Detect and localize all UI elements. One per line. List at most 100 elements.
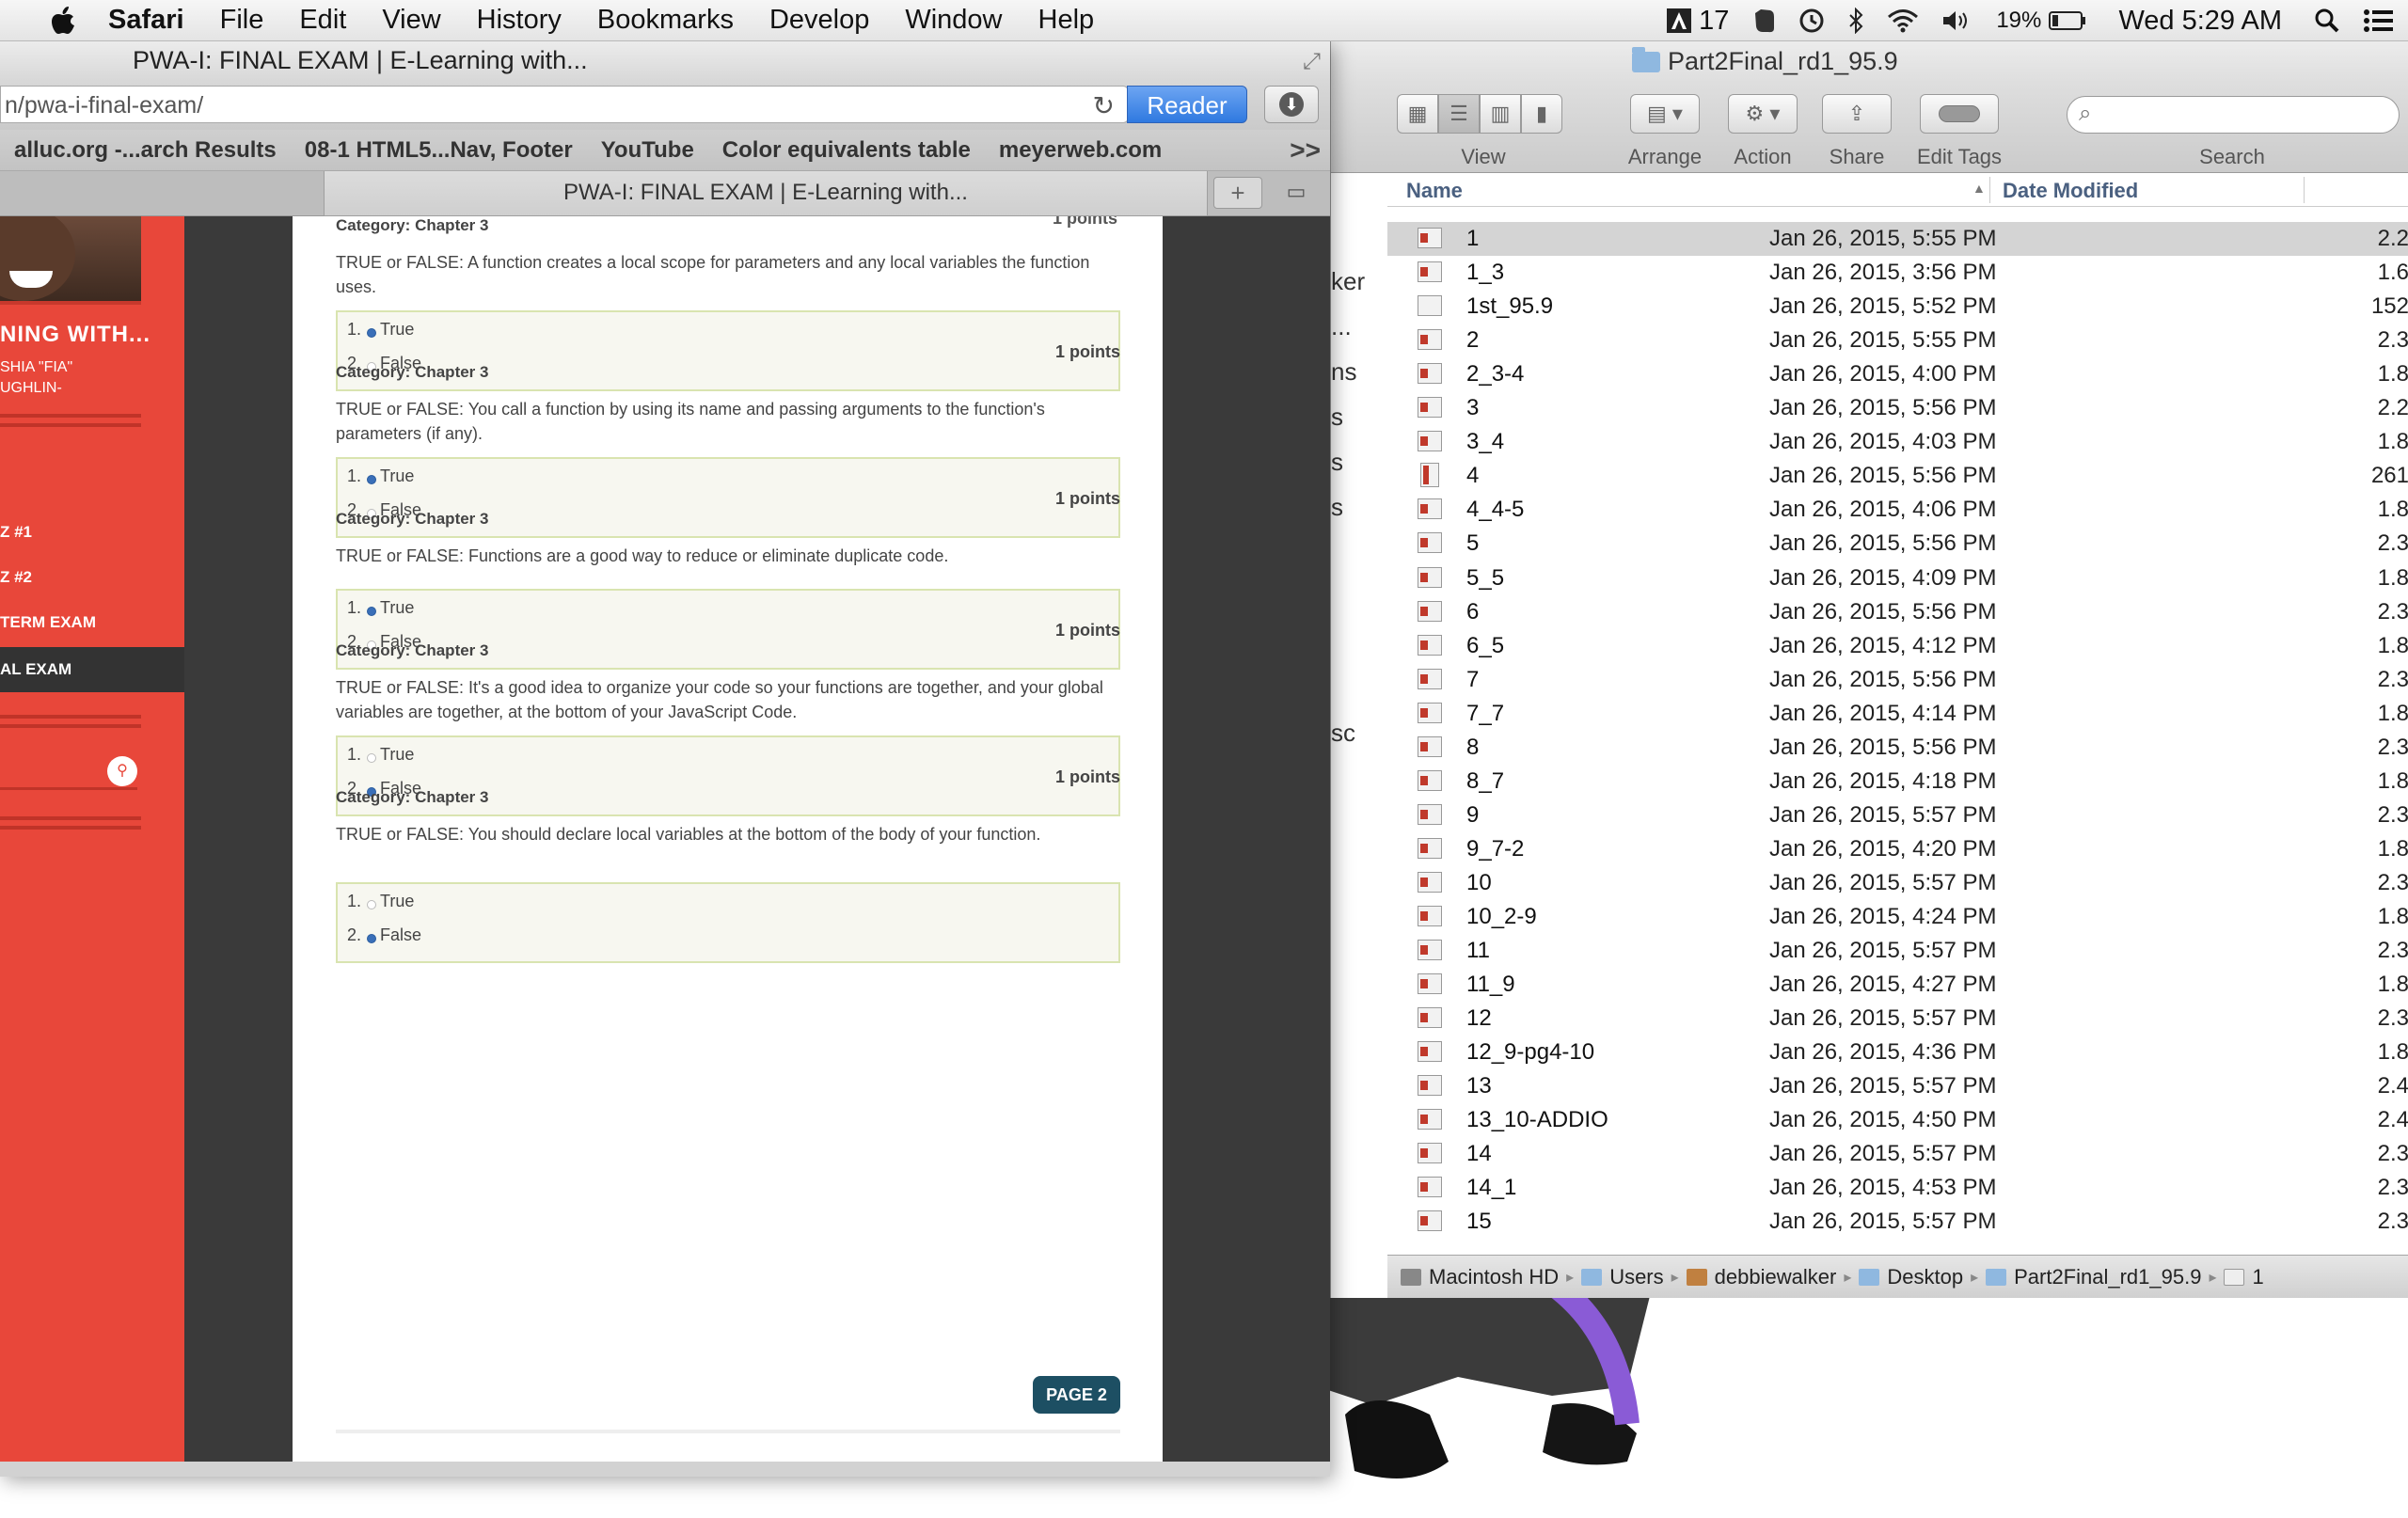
apple-menu-icon[interactable]	[36, 0, 90, 41]
sidebar-search-input[interactable]: ⚲	[0, 752, 137, 790]
volume-icon[interactable]	[1930, 8, 1985, 33]
sidebar-fragment[interactable]: ker	[1331, 267, 1365, 296]
column-view-button[interactable]: ▥	[1480, 94, 1521, 134]
file-row[interactable]: 1 Jan 26, 2015, 5:55 PM 2.2	[1387, 222, 2408, 256]
file-row[interactable]: 4 Jan 26, 2015, 5:56 PM 261	[1387, 459, 2408, 493]
finder-search-field[interactable]: ⌕	[2067, 96, 2400, 134]
radio-button[interactable]	[367, 752, 377, 763]
bookmark-item[interactable]: alluc.org -...arch Results	[0, 137, 291, 164]
name-column-header[interactable]: Name	[1406, 179, 1463, 203]
bookmark-item[interactable]: YouTube	[587, 137, 708, 164]
sidebar-fragment[interactable]: ...	[1331, 312, 1352, 341]
bookmarks-overflow-icon[interactable]: >>	[1290, 135, 1321, 166]
file-row[interactable]: 13 Jan 26, 2015, 5:57 PM 2.4	[1387, 1069, 2408, 1103]
bluetooth-icon[interactable]	[1836, 8, 1876, 34]
action-gear-button[interactable]: ⚙ ▾	[1728, 94, 1798, 134]
downloads-button[interactable]: ⬇	[1264, 86, 1319, 123]
radio-button[interactable]	[367, 327, 377, 338]
sidebar-fragment[interactable]: ns	[1331, 357, 1356, 387]
file-row[interactable]: 3 Jan 26, 2015, 5:56 PM 2.2	[1387, 391, 2408, 425]
spotlight-icon[interactable]	[2303, 8, 2352, 34]
time-machine-icon[interactable]	[1787, 8, 1836, 34]
path-home[interactable]: debbiewalker	[1686, 1265, 1836, 1289]
new-tab-button[interactable]: +	[1213, 177, 1262, 209]
search-icon[interactable]: ⚲	[107, 756, 137, 786]
file-row[interactable]: 8 Jan 26, 2015, 5:56 PM 2.3	[1387, 731, 2408, 765]
path-users[interactable]: Users	[1581, 1265, 1664, 1289]
answer-option[interactable]: 1. True	[347, 320, 414, 340]
tab-final-exam[interactable]: PWA-I: FINAL EXAM | E-Learning with...	[324, 171, 1208, 216]
file-row[interactable]: 8_7 Jan 26, 2015, 4:18 PM 1.8	[1387, 765, 2408, 799]
menu-develop[interactable]: Develop	[752, 5, 887, 36]
column-divider[interactable]	[1989, 177, 1990, 203]
adobe-icon[interactable]: 17	[1656, 6, 1740, 37]
sidebar-fragment[interactable]: s	[1331, 493, 1343, 522]
fullscreen-icon[interactable]: ⤢	[1303, 49, 1321, 75]
file-row[interactable]: 11 Jan 26, 2015, 5:57 PM 2.3	[1387, 934, 2408, 968]
sidebar-fragment[interactable]: sc	[1331, 719, 1355, 748]
site-title[interactable]: NING WITH...	[0, 322, 150, 348]
page-2-button[interactable]: PAGE 2	[1033, 1376, 1120, 1414]
tab-overview-icon[interactable]: ▭	[1272, 177, 1321, 209]
arrange-button[interactable]: ▤ ▾	[1630, 94, 1700, 134]
sidebar-fragment[interactable]: s	[1331, 448, 1343, 477]
list-view-button[interactable]: ☰	[1438, 94, 1480, 134]
file-row[interactable]: 14 Jan 26, 2015, 5:57 PM 2.3	[1387, 1137, 2408, 1171]
reader-button[interactable]: Reader	[1127, 86, 1247, 123]
file-row[interactable]: 2_3-4 Jan 26, 2015, 4:00 PM 1.8	[1387, 357, 2408, 391]
file-row[interactable]: 10 Jan 26, 2015, 5:57 PM 2.3	[1387, 866, 2408, 900]
clock[interactable]: Wed 5:29 AM	[2098, 6, 2303, 37]
file-row[interactable]: 6_5 Jan 26, 2015, 4:12 PM 1.8	[1387, 629, 2408, 663]
file-row[interactable]: 10_2-9 Jan 26, 2015, 4:24 PM 1.8	[1387, 900, 2408, 934]
answer-option[interactable]: 1. True	[347, 745, 414, 765]
menu-bookmarks[interactable]: Bookmarks	[579, 5, 752, 36]
path-folder[interactable]: Part2Final_rd1_95.9	[1986, 1265, 2201, 1289]
file-row[interactable]: 4_4-5 Jan 26, 2015, 4:06 PM 1.8	[1387, 493, 2408, 527]
radio-button[interactable]	[367, 933, 377, 943]
radio-button[interactable]	[367, 606, 377, 616]
reload-icon[interactable]: ↻	[1093, 90, 1115, 121]
path-file[interactable]: 1	[2224, 1265, 2264, 1289]
menu-view[interactable]: View	[364, 5, 458, 36]
menu-app-safari[interactable]: Safari	[90, 5, 202, 36]
file-row[interactable]: 11_9 Jan 26, 2015, 4:27 PM 1.8	[1387, 968, 2408, 1002]
date-column-header[interactable]: Date Modified	[2003, 179, 2138, 203]
menu-help[interactable]: Help	[1021, 5, 1113, 36]
icon-view-button[interactable]: ▦	[1397, 94, 1438, 134]
share-button[interactable]: ⇪	[1822, 94, 1892, 134]
file-row[interactable]: 15 Jan 26, 2015, 5:57 PM 2.3	[1387, 1205, 2408, 1239]
answer-option[interactable]: 1. True	[347, 892, 414, 911]
wifi-icon[interactable]	[1876, 8, 1930, 33]
answer-option[interactable]: 1. True	[347, 466, 414, 486]
file-row[interactable]: 12_9-pg4-10 Jan 26, 2015, 4:36 PM 1.8	[1387, 1036, 2408, 1069]
path-desktop[interactable]: Desktop	[1859, 1265, 1963, 1289]
battery-status[interactable]: 19%	[1985, 6, 2098, 37]
radio-button[interactable]	[367, 474, 377, 484]
answer-option[interactable]: 1. True	[347, 598, 414, 618]
sidebar-fragment[interactable]: s	[1331, 403, 1343, 432]
menu-file[interactable]: File	[202, 5, 282, 36]
menu-history[interactable]: History	[459, 5, 579, 36]
bookmark-item[interactable]: Color equivalents table	[708, 137, 985, 164]
file-row[interactable]: 1st_95.9 Jan 26, 2015, 5:52 PM 152	[1387, 290, 2408, 324]
path-macintosh-hd[interactable]: Macintosh HD	[1401, 1265, 1559, 1289]
file-row[interactable]: 7_7 Jan 26, 2015, 4:14 PM 1.8	[1387, 697, 2408, 731]
notification-center-icon[interactable]	[2352, 8, 2408, 33]
address-bar[interactable]: n/pwa-i-final-exam/ ↻	[0, 86, 1129, 123]
file-row[interactable]: 6 Jan 26, 2015, 5:56 PM 2.3	[1387, 595, 2408, 629]
answer-option[interactable]: 2. False	[347, 925, 421, 945]
file-row[interactable]: 9_7-2 Jan 26, 2015, 4:20 PM 1.8	[1387, 832, 2408, 866]
bookmark-item[interactable]: meyerweb.com	[985, 137, 1176, 164]
nav-midterm-exam[interactable]: TERM EXAM	[0, 613, 96, 632]
evernote-icon[interactable]	[1740, 8, 1787, 34]
nav-final-exam[interactable]: AL EXAM	[0, 647, 184, 692]
file-row[interactable]: 5 Jan 26, 2015, 5:56 PM 2.3	[1387, 527, 2408, 561]
radio-button[interactable]	[367, 899, 377, 909]
file-row[interactable]: 2 Jan 26, 2015, 5:55 PM 2.3	[1387, 324, 2408, 357]
edit-tags-button[interactable]	[1920, 94, 1999, 134]
file-row[interactable]: 5_5 Jan 26, 2015, 4:09 PM 1.8	[1387, 561, 2408, 595]
file-row[interactable]: 7 Jan 26, 2015, 5:56 PM 2.3	[1387, 663, 2408, 697]
menu-edit[interactable]: Edit	[281, 5, 364, 36]
menu-window[interactable]: Window	[887, 5, 1020, 36]
nav-quiz-2[interactable]: Z #2	[0, 568, 32, 587]
